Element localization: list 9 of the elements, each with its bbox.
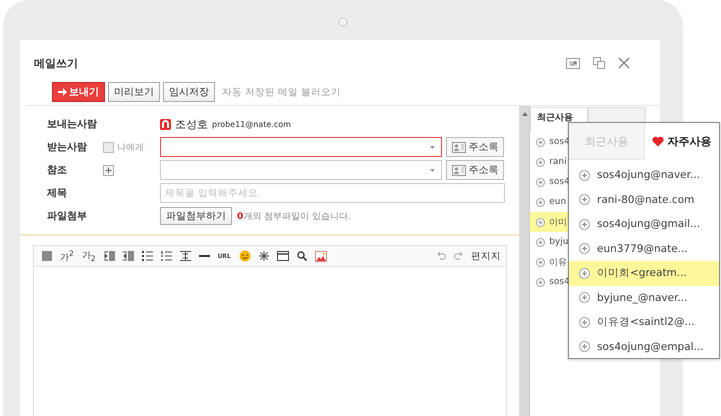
field-label: 참조 xyxy=(47,164,68,177)
field-label: 받는사람 xyxy=(47,141,88,154)
field-label: 제목 xyxy=(47,187,68,200)
attachment-count: 0개의 첨부파일이 있습니다. xyxy=(237,210,351,222)
sender-name: 조성호 xyxy=(175,116,208,132)
field-label: 보내는사람 xyxy=(47,118,98,131)
window-title: 메일쓰기 xyxy=(34,56,78,70)
field-label: 파일첨부 xyxy=(47,210,88,223)
sender-email: probe11@nate.com xyxy=(212,120,291,128)
